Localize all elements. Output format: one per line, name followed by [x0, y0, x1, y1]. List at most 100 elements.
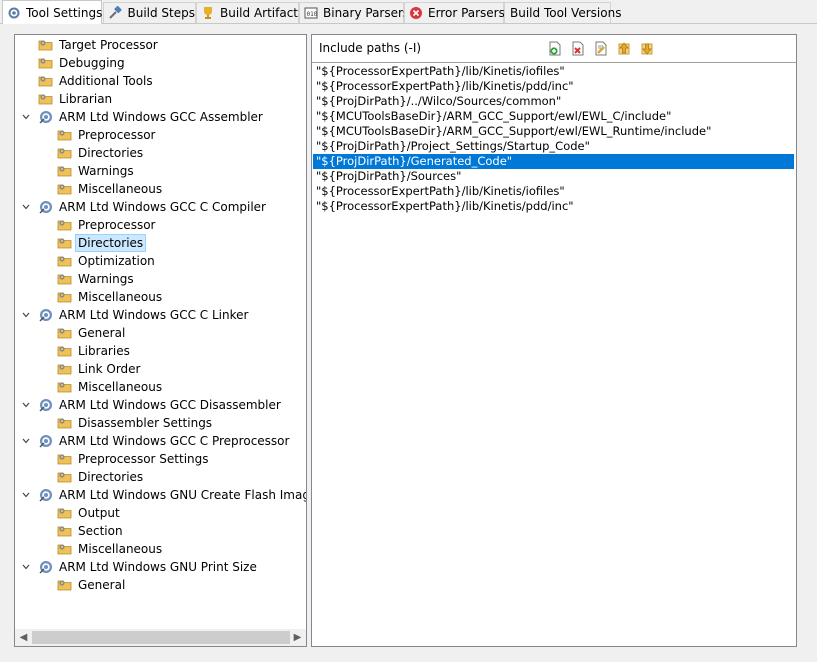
tree-item-label: Preprocessor	[78, 128, 156, 142]
tab-divider	[0, 23, 817, 24]
include-path-item[interactable]: "${MCUToolsBaseDir}/ARM_GCC_Support/ewl/…	[312, 109, 796, 124]
include-path-item[interactable]: "${MCUToolsBaseDir}/ARM_GCC_Support/ewl/…	[312, 124, 796, 139]
include-path-item[interactable]: "${ProcessorExpertPath}/lib/Kinetis/iofi…	[312, 64, 796, 79]
chevron-down-icon[interactable]	[21, 112, 31, 122]
tree-item[interactable]: Output	[15, 504, 305, 522]
chevron-down-icon[interactable]	[21, 202, 31, 212]
tree-item-label: ARM Ltd Windows GCC Disassembler	[59, 398, 281, 412]
scrollbar-thumb[interactable]	[32, 631, 290, 644]
tab-error-parsers[interactable]: Error Parsers	[404, 2, 505, 23]
tree-item[interactable]: Additional Tools	[15, 72, 305, 90]
folder-gear-icon	[57, 325, 73, 341]
horizontal-scrollbar[interactable]: ◀ ▶	[15, 629, 306, 646]
tree-item[interactable]: Warnings	[15, 270, 305, 288]
tab-label: Build Artifact	[220, 6, 298, 20]
tab-build-steps[interactable]: Build Steps	[103, 2, 196, 23]
tree-item[interactable]: General	[15, 576, 305, 594]
move-up-icon[interactable]	[616, 40, 632, 56]
tree-item[interactable]: Libraries	[15, 342, 305, 360]
folder-gear-icon	[57, 379, 73, 395]
chevron-down-icon[interactable]	[21, 310, 31, 320]
tree-item[interactable]: Directories	[15, 234, 305, 252]
tree-item[interactable]: General	[15, 324, 305, 342]
folder-gear-icon	[57, 577, 73, 593]
delete-path-icon[interactable]	[570, 40, 586, 56]
tab-binary-parsers[interactable]: 010 Binary Parsers	[299, 2, 409, 23]
tree-item[interactable]: ARM Ltd Windows GCC C Linker	[15, 306, 305, 324]
build-steps-icon	[108, 5, 123, 21]
tree-item-label: Link Order	[78, 362, 141, 376]
tree-item-label: General	[78, 578, 126, 592]
include-paths-list[interactable]: "${ProcessorExpertPath}/lib/Kinetis/iofi…	[312, 64, 796, 214]
tree-item-label: ARM Ltd Windows GCC C Compiler	[59, 200, 266, 214]
include-paths-title: Include paths (-I)	[319, 41, 422, 55]
tree-item[interactable]: Section	[15, 522, 305, 540]
include-path-item[interactable]: "${ProjDirPath}/Generated_Code"	[313, 154, 794, 169]
tree-item[interactable]: Miscellaneous	[15, 288, 305, 306]
include-path-item[interactable]: "${ProjDirPath}/../Wilco/Sources/common"	[312, 94, 796, 109]
tree-item[interactable]: Target Processor	[15, 36, 305, 54]
tab-label: Error Parsers	[428, 6, 505, 20]
scroll-right-icon[interactable]: ▶	[289, 629, 306, 646]
tree-item[interactable]: Preprocessor	[15, 216, 305, 234]
folder-gear-icon	[57, 235, 73, 251]
trophy-icon	[201, 5, 215, 21]
tree-item[interactable]: Warnings	[15, 162, 305, 180]
tree-item[interactable]: ARM Ltd Windows GNU Create Flash Image	[15, 486, 307, 504]
chevron-down-icon[interactable]	[21, 562, 31, 572]
chevron-down-icon[interactable]	[21, 436, 31, 446]
tree-item-label: ARM Ltd Windows GCC C Preprocessor	[59, 434, 290, 448]
tree-item[interactable]: Directories	[15, 144, 305, 162]
folder-gear-icon	[38, 37, 54, 53]
tree-item[interactable]: Miscellaneous	[15, 540, 305, 558]
tree-item[interactable]: ARM Ltd Windows GCC C Compiler	[15, 198, 305, 216]
include-path-item[interactable]: "${ProjDirPath}/Project_Settings/Startup…	[312, 139, 796, 154]
tree-item[interactable]: Optimization	[15, 252, 305, 270]
tree-item[interactable]: ARM Ltd Windows GCC Assembler	[15, 108, 305, 126]
folder-gear-icon	[57, 271, 73, 287]
chevron-down-icon[interactable]	[21, 400, 31, 410]
edit-path-icon[interactable]	[593, 40, 609, 56]
move-down-icon[interactable]	[639, 40, 655, 56]
include-paths-panel: Include paths (-I) "${ProcessorExpertPat…	[311, 34, 797, 647]
tree-item[interactable]: Librarian	[15, 90, 305, 108]
tree-item[interactable]: ARM Ltd Windows GCC C Preprocessor	[15, 432, 305, 450]
tree-item[interactable]: Debugging	[15, 54, 305, 72]
tree-item-label: Optimization	[78, 254, 155, 268]
tool-gear-icon	[38, 433, 54, 449]
include-path-item[interactable]: "${ProcessorExpertPath}/lib/Kinetis/pdd/…	[312, 79, 796, 94]
include-path-item[interactable]: "${ProcessorExpertPath}/lib/Kinetis/iofi…	[312, 184, 796, 199]
tree-item[interactable]: Preprocessor	[15, 126, 305, 144]
scroll-left-icon[interactable]: ◀	[15, 629, 32, 646]
tree-item-label: Directories	[78, 470, 144, 484]
tree-item[interactable]: Preprocessor Settings	[15, 450, 305, 468]
tool-gear-icon	[38, 199, 54, 215]
tree-item[interactable]: ARM Ltd Windows GCC Disassembler	[15, 396, 305, 414]
chevron-down-icon[interactable]	[21, 490, 31, 500]
tab-build-artifact[interactable]: Build Artifact	[196, 2, 299, 23]
tree-item[interactable]: Link Order	[15, 360, 305, 378]
folder-gear-icon	[57, 505, 73, 521]
tree-item-label: Output	[78, 506, 120, 520]
include-path-item[interactable]: "${ProcessorExpertPath}/lib/Kinetis/pdd/…	[312, 199, 796, 214]
folder-gear-icon	[38, 55, 54, 71]
tree-item[interactable]: Disassembler Settings	[15, 414, 305, 432]
folder-gear-icon	[57, 541, 73, 557]
tree-item[interactable]: Miscellaneous	[15, 378, 305, 396]
tree-item-label: Librarian	[59, 92, 113, 106]
include-path-item[interactable]: "${ProjDirPath}/Sources"	[312, 169, 796, 184]
add-path-icon[interactable]	[547, 40, 563, 56]
tree-item-label: Target Processor	[59, 38, 158, 52]
tab-tool-settings[interactable]: Tool Settings	[2, 0, 102, 24]
tree-item[interactable]: Miscellaneous	[15, 180, 305, 198]
folder-gear-icon	[57, 451, 73, 467]
tree-item[interactable]: ARM Ltd Windows GNU Print Size	[15, 558, 305, 576]
tool-gear-icon	[38, 487, 54, 503]
binary-icon: 010	[304, 5, 318, 21]
tab-build-tool-versions[interactable]: Build Tool Versions	[504, 2, 621, 23]
tree-item[interactable]: Directories	[15, 468, 305, 486]
tree-item-label: ARM Ltd Windows GNU Create Flash Image	[59, 488, 307, 502]
include-paths-header: Include paths (-I)	[312, 35, 796, 63]
settings-tree[interactable]: Target Processor Debugging Additional Tool…	[14, 34, 307, 647]
tree-item-label: Miscellaneous	[78, 542, 163, 556]
